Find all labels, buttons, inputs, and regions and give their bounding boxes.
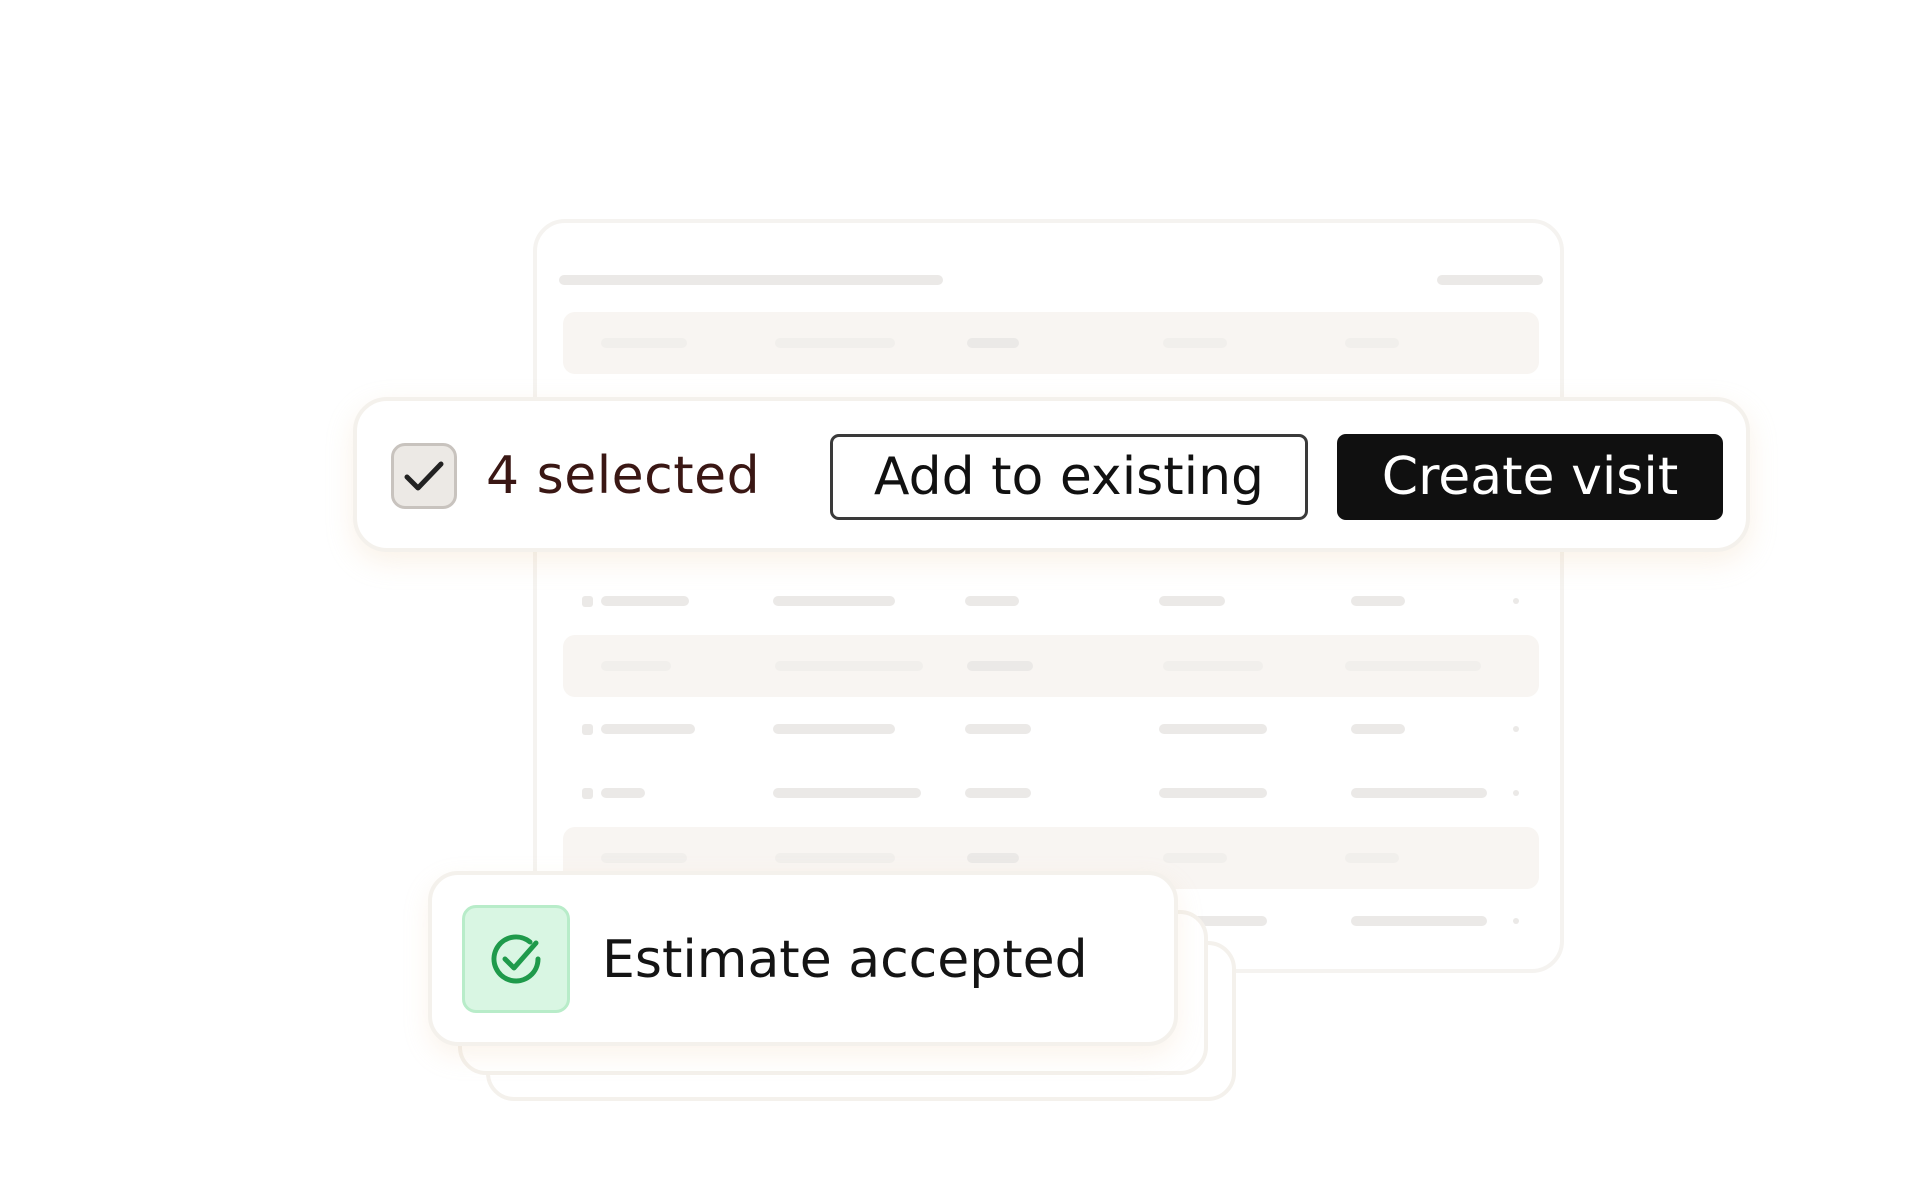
row-menu-skeleton xyxy=(1513,918,1519,924)
cell-skeleton xyxy=(967,661,1033,671)
stage: 4 selected Add to existing Create visit … xyxy=(0,0,1920,1200)
select-all-checkbox[interactable] xyxy=(391,443,457,509)
cell-skeleton xyxy=(1351,596,1405,606)
cell-skeleton xyxy=(601,724,695,734)
cell-skeleton xyxy=(1159,788,1267,798)
row-menu-skeleton xyxy=(1513,726,1519,732)
cell-skeleton xyxy=(967,853,1019,863)
table-row xyxy=(537,697,1560,761)
selected-count-label: 4 selected xyxy=(486,446,761,506)
cell-skeleton xyxy=(1159,596,1225,606)
cell-skeleton xyxy=(601,788,645,798)
cell-skeleton xyxy=(601,661,671,671)
cell-skeleton xyxy=(1163,661,1263,671)
table-row-highlighted xyxy=(563,635,1539,697)
cell-skeleton xyxy=(1345,853,1399,863)
table-row xyxy=(537,761,1560,825)
cell-skeleton xyxy=(775,853,895,863)
add-to-existing-button[interactable]: Add to existing xyxy=(830,434,1308,520)
cell-skeleton xyxy=(1345,661,1481,671)
row-checkbox-skeleton xyxy=(582,596,593,607)
bulk-action-bar: 4 selected Add to existing Create visit xyxy=(353,397,1750,552)
estimate-accepted-toast: Estimate accepted xyxy=(428,871,1178,1046)
row-menu-skeleton xyxy=(1513,598,1519,604)
row-checkbox-skeleton xyxy=(582,788,593,799)
cell-skeleton xyxy=(965,724,1031,734)
table-title-skeleton xyxy=(559,275,943,285)
row-menu-skeleton xyxy=(1513,790,1519,796)
cell-skeleton xyxy=(773,724,895,734)
header-cell-skeleton xyxy=(775,338,895,348)
toast-icon-container xyxy=(462,905,570,1013)
table-placeholder xyxy=(533,219,1564,973)
cell-skeleton xyxy=(965,788,1031,798)
cell-skeleton xyxy=(775,661,923,671)
cell-skeleton xyxy=(1351,724,1405,734)
table-action-skeleton xyxy=(1437,275,1543,285)
check-icon xyxy=(404,461,444,491)
cell-skeleton xyxy=(601,853,687,863)
table-row xyxy=(537,569,1560,633)
cell-skeleton xyxy=(773,788,921,798)
header-cell-skeleton xyxy=(601,338,687,348)
toast-message: Estimate accepted xyxy=(602,930,1088,990)
cell-skeleton xyxy=(1163,853,1227,863)
cell-skeleton xyxy=(1159,724,1267,734)
header-cell-skeleton xyxy=(1163,338,1227,348)
create-visit-button[interactable]: Create visit xyxy=(1337,434,1723,520)
cell-skeleton xyxy=(1351,788,1487,798)
header-cell-skeleton xyxy=(1345,338,1399,348)
header-cell-skeleton xyxy=(967,338,1019,348)
cell-skeleton xyxy=(773,596,895,606)
check-circle-icon xyxy=(491,934,541,984)
table-header-row xyxy=(563,312,1539,374)
cell-skeleton xyxy=(965,596,1019,606)
row-checkbox-skeleton xyxy=(582,724,593,735)
cell-skeleton xyxy=(1351,916,1487,926)
cell-skeleton xyxy=(601,596,689,606)
